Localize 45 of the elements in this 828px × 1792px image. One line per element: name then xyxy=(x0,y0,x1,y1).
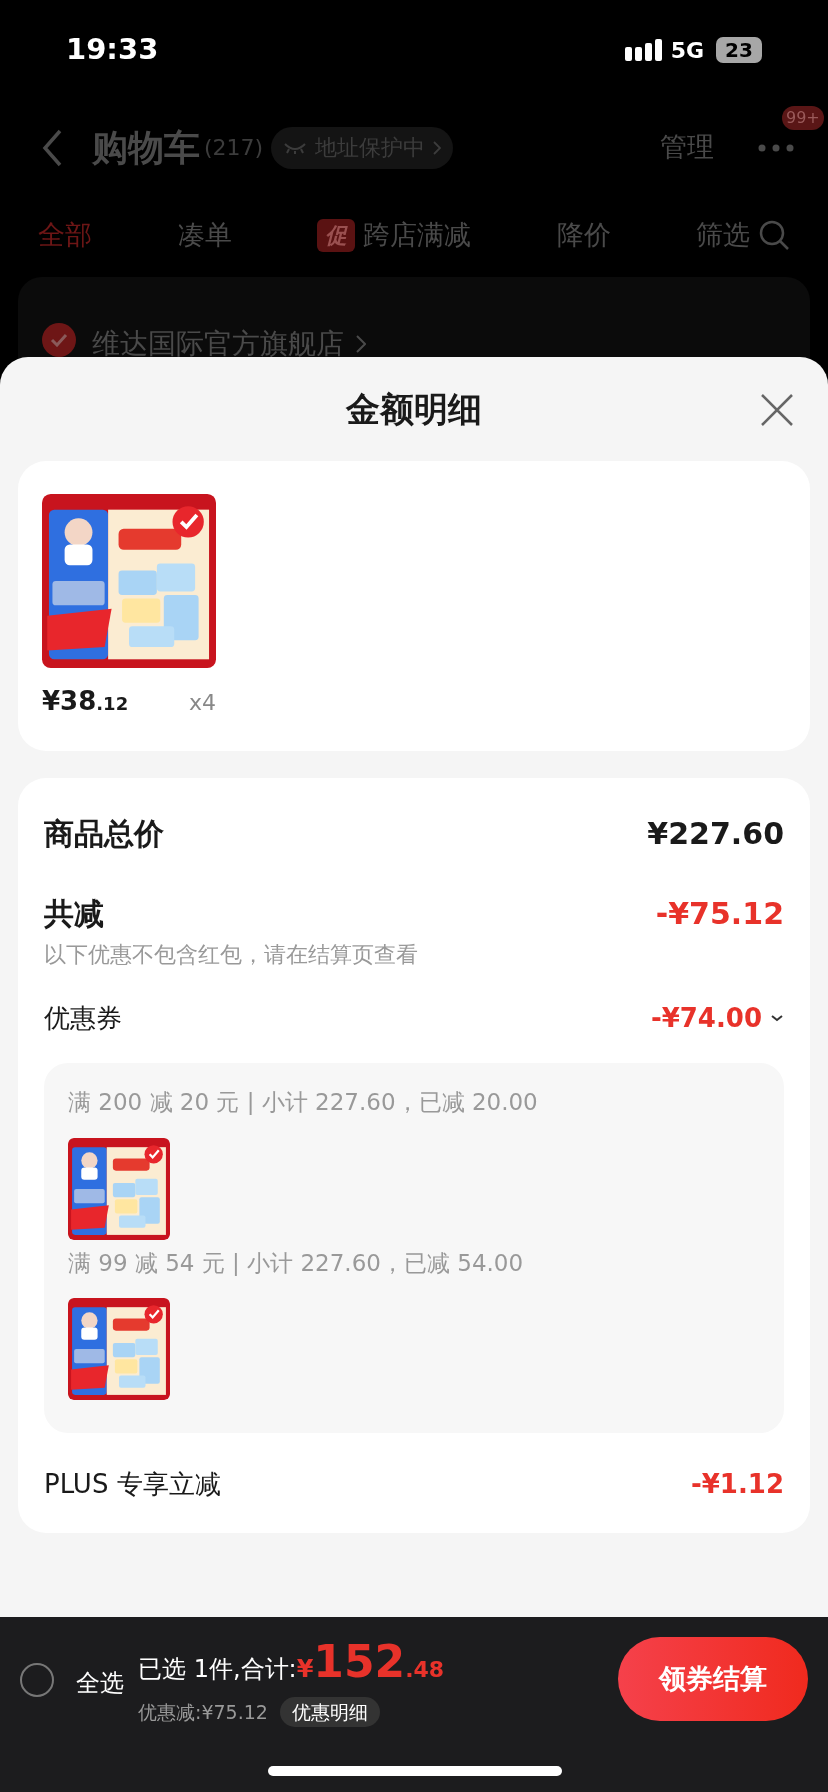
product-quantity: x4 xyxy=(188,689,216,717)
chevron-icon xyxy=(433,140,442,155)
cart-count: (217) xyxy=(204,134,264,162)
total-value: ¥227.60 xyxy=(647,814,784,853)
plus-value: -¥1.12 xyxy=(690,1467,784,1501)
filter-tab[interactable]: 凑单 xyxy=(177,214,232,256)
total-price: ¥152.48 xyxy=(296,1635,445,1689)
battery-icon: 23 xyxy=(716,37,762,63)
filter-tab[interactable]: 降价 xyxy=(556,214,611,256)
filter-tab[interactable]: 全部 xyxy=(38,214,92,256)
promo-tag: 促 xyxy=(317,218,355,252)
check-icon xyxy=(50,333,68,347)
saved-amount: 优惠减:¥75.12 xyxy=(138,1699,268,1725)
search-icon xyxy=(758,219,790,251)
selected-summary: 已选 1件,合计: xyxy=(138,1654,297,1685)
discount-value: -¥75.12 xyxy=(655,894,784,933)
coupon-rule: 满 99 减 54 元 | 小计 227.60，已减 54.00 xyxy=(68,1248,525,1278)
back-icon[interactable] xyxy=(40,127,64,168)
sheet-title: 金额明细 xyxy=(346,387,482,431)
status-time: 19:33 xyxy=(66,31,159,69)
filter-tab[interactable]: 促 跨店满减 xyxy=(317,214,471,256)
total-label: 商品总价 xyxy=(44,814,164,853)
plus-label: PLUS 专享立减 xyxy=(44,1467,221,1501)
signal-icon xyxy=(624,37,663,63)
close-icon[interactable] xyxy=(760,393,794,427)
chevron-icon xyxy=(356,335,366,353)
discount-label: 共减 xyxy=(44,894,104,933)
closed-eye-icon xyxy=(283,141,308,154)
network-label: 5G xyxy=(670,36,704,65)
checkout-button[interactable]: 领券结算 xyxy=(618,1637,808,1721)
coupon-label: 优惠券 xyxy=(44,1001,122,1035)
coupon-rule: 满 200 减 20 元 | 小计 227.60，已减 20.00 xyxy=(68,1088,539,1117)
filter-tab[interactable]: 筛选 xyxy=(696,214,790,256)
page-title: 购物车 xyxy=(92,125,200,170)
notification-badge: 99+ xyxy=(782,105,824,130)
coupon-value: -¥74.00 xyxy=(650,1001,762,1035)
discount-detail-button[interactable]: 优惠明细 xyxy=(279,1697,380,1727)
manage-link[interactable]: 管理 xyxy=(660,127,714,168)
coupon-row[interactable]: 优惠券 -¥74.00 xyxy=(44,995,784,1041)
select-all-label[interactable]: 全选 xyxy=(76,1665,124,1701)
select-all-checkbox[interactable] xyxy=(20,1663,54,1697)
more-icon[interactable] xyxy=(758,143,794,152)
discount-note: 以下优惠不包含红包，请在结算页查看 xyxy=(44,941,419,969)
product-price: ¥38.12 xyxy=(42,685,129,718)
store-checkbox[interactable] xyxy=(42,323,76,357)
